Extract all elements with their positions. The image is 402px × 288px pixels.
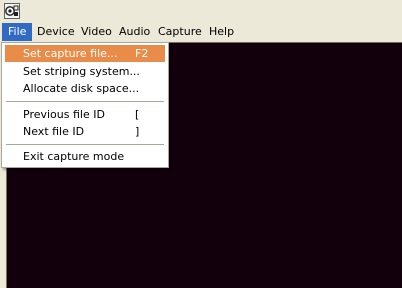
menu-help[interactable]: Help	[203, 23, 240, 41]
menu-item-next-file-id[interactable]: Next file ID ]	[5, 123, 165, 140]
menu-bar: File Device Video Audio Capture Help	[0, 22, 402, 42]
menu-item-shortcut: ]	[135, 125, 140, 138]
menu-item-exit-capture-mode[interactable]: Exit capture mode	[5, 148, 165, 165]
menu-capture[interactable]: Capture	[152, 23, 208, 41]
menu-item-previous-file-id[interactable]: Previous file ID [	[5, 106, 165, 123]
menu-item-set-striping-system[interactable]: Set striping system...	[5, 63, 165, 80]
menu-item-label: Allocate disk space...	[23, 82, 140, 95]
menu-separator	[6, 101, 164, 102]
app-window: File Device Video Audio Capture Help Set…	[0, 0, 402, 288]
menu-item-label: Previous file ID	[23, 108, 105, 121]
file-menu-dropdown: Set capture file... F2 Set striping syst…	[1, 42, 169, 168]
app-icon[interactable]	[4, 3, 20, 19]
menu-item-allocate-disk-space[interactable]: Allocate disk space...	[5, 80, 165, 97]
menu-item-shortcut: [	[135, 108, 140, 121]
title-bar	[0, 0, 402, 22]
menu-item-label: Set striping system...	[23, 65, 140, 78]
menu-device[interactable]: Device	[31, 23, 81, 41]
menu-item-shortcut: F2	[135, 47, 149, 60]
menu-video[interactable]: Video	[75, 23, 118, 41]
menu-item-label: Set capture file...	[23, 47, 118, 60]
menu-item-set-capture-file[interactable]: Set capture file... F2	[5, 45, 165, 62]
menu-file[interactable]: File	[2, 23, 33, 41]
menu-item-label: Next file ID	[23, 125, 85, 138]
menu-item-label: Exit capture mode	[23, 150, 125, 163]
menu-audio[interactable]: Audio	[113, 23, 156, 41]
menu-separator	[6, 144, 164, 145]
